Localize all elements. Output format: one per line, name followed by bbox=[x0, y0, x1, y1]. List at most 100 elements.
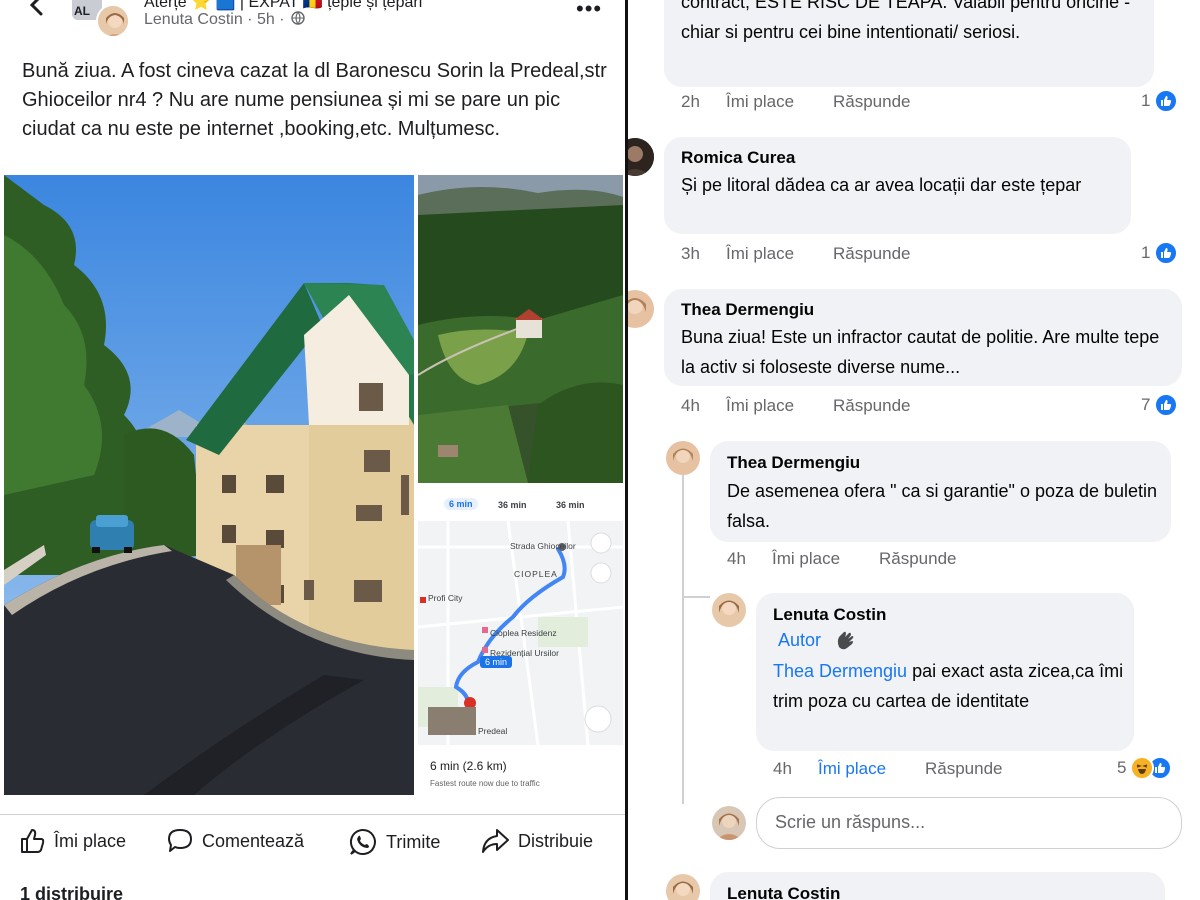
thumbs-up-icon bbox=[21, 829, 45, 853]
reaction-count: 7 bbox=[1141, 395, 1151, 414]
comment-bubble: contract, ESTE RISC DE TEAPA. Valabil pe… bbox=[664, 0, 1154, 87]
comment-icon bbox=[168, 829, 192, 852]
send-button-label: Trimite bbox=[386, 831, 441, 852]
comment-reactions[interactable]: 1 bbox=[1141, 241, 1179, 265]
comment-time[interactable]: 2h bbox=[681, 92, 700, 112]
comment-reply-button[interactable]: Răspunde bbox=[833, 92, 911, 112]
author-line: Lenuta Costin · 5h · bbox=[144, 11, 305, 29]
comment-text: Buna ziua! Este un infractor cautat de p… bbox=[681, 327, 1160, 377]
reply-bubble: Lenuta Costin Autor Thea Dermengiu pai e… bbox=[756, 593, 1134, 751]
like-reaction-icon bbox=[1154, 241, 1179, 265]
commenter-avatar[interactable] bbox=[666, 874, 700, 900]
thread-line bbox=[682, 596, 710, 598]
reaction-count: 1 bbox=[1141, 243, 1151, 262]
comment-time[interactable]: 4h bbox=[773, 759, 792, 779]
top-fan-badge-icon bbox=[837, 631, 854, 650]
map-route-note: Fastest route now due to traffic bbox=[430, 779, 540, 788]
house-photo-image bbox=[4, 175, 414, 795]
share-button-label: Distribuie bbox=[518, 830, 594, 851]
comment-bubble: Lenuta Costin bbox=[710, 872, 1165, 900]
author-avatar[interactable] bbox=[96, 4, 130, 38]
aerial-photo-image bbox=[418, 175, 623, 483]
comment-bubble: Thea Dermengiu Buna ziua! Este un infrac… bbox=[664, 289, 1182, 386]
comment-time[interactable]: 4h bbox=[727, 549, 746, 569]
globe-icon bbox=[291, 11, 305, 25]
post-photo-aerial[interactable] bbox=[418, 175, 623, 483]
comment-time[interactable]: 3h bbox=[681, 244, 700, 264]
reaction-count: 5 bbox=[1117, 758, 1127, 777]
comment-like-button[interactable]: Îmi place bbox=[726, 244, 794, 264]
comment-text: Thea Dermengiu pai exact asta zicea,ca î… bbox=[773, 657, 1128, 716]
commenter-avatar[interactable] bbox=[666, 441, 700, 475]
more-options-icon[interactable]: ••• bbox=[576, 0, 602, 22]
commenter-avatar[interactable] bbox=[628, 290, 654, 328]
map-image bbox=[418, 487, 623, 745]
map-label-poi4: Predeal bbox=[478, 726, 508, 736]
thread-line bbox=[682, 474, 684, 804]
comment-like-button[interactable]: Îmi place bbox=[818, 759, 886, 779]
post-text: Bună ziua. A fost cineva cazat la dl Bar… bbox=[22, 60, 607, 140]
comment-reply-button[interactable]: Răspunde bbox=[833, 396, 911, 416]
current-user-avatar bbox=[712, 806, 746, 840]
comment-reactions[interactable]: 7 bbox=[1141, 393, 1179, 417]
map-route-chip-car[interactable]: 6 min bbox=[444, 498, 478, 510]
share-icon bbox=[482, 829, 509, 853]
reply-input[interactable]: Scrie un răspuns... bbox=[756, 797, 1182, 849]
author-line-text[interactable]: Lenuta Costin · 5h · bbox=[144, 11, 285, 28]
map-info-panel: 6 min (2.6 km) Fastest route now due to … bbox=[418, 745, 623, 795]
post-panel: AL Aterțe ⭐ 🟦 | EXPAT 🇷🇴 țeple și țepari… bbox=[0, 0, 625, 900]
comment-time[interactable]: 4h bbox=[681, 396, 700, 416]
like-reaction-icon bbox=[1154, 393, 1179, 417]
commenter-name[interactable]: Thea Dermengiu bbox=[727, 453, 860, 473]
comment-like-button[interactable]: Îmi place bbox=[726, 92, 794, 112]
author-badge-row: Autor bbox=[778, 627, 859, 653]
share-button[interactable]: Distribuie bbox=[480, 827, 593, 855]
author-avatar[interactable] bbox=[712, 593, 746, 627]
like-reaction-icon bbox=[1154, 89, 1179, 113]
comment-text: Și pe litoral dădea ca ar avea locații d… bbox=[681, 175, 1082, 195]
comment-button-label: Comentează bbox=[202, 830, 305, 851]
shares-count[interactable]: 1 distribuire bbox=[20, 884, 123, 900]
reply-input-placeholder: Scrie un răspuns... bbox=[775, 812, 926, 832]
comment-reply-button[interactable]: Răspunde bbox=[925, 759, 1003, 779]
comment-reactions[interactable]: 5 bbox=[1117, 756, 1173, 780]
commenter-name[interactable]: Romica Curea bbox=[681, 148, 795, 168]
reply-bubble: Thea Dermengiu De asemenea ofera " ca si… bbox=[710, 441, 1171, 542]
map-label-poi2: Cioplea Residenz bbox=[490, 628, 557, 638]
post-photo-house[interactable] bbox=[4, 175, 414, 795]
comment-text: contract, ESTE RISC DE TEAPA. Valabil pe… bbox=[681, 0, 1131, 42]
map-route-chip-transit[interactable]: 36 min bbox=[498, 500, 527, 510]
comment-button[interactable]: Comentează bbox=[166, 827, 304, 855]
commenter-name[interactable]: Lenuta Costin bbox=[727, 884, 840, 900]
group-avatar-text: AL bbox=[74, 4, 90, 18]
post-header: AL Aterțe ⭐ 🟦 | EXPAT 🇷🇴 țeple și țepari… bbox=[0, 0, 625, 40]
map-label-street: Strada Ghioceilor bbox=[510, 541, 576, 551]
whatsapp-send-button[interactable]: Trimite bbox=[348, 827, 440, 857]
map-label-poi1: Profi City bbox=[428, 593, 463, 603]
post-action-bar: Îmi place Comentează Trimite Distribuie bbox=[0, 814, 625, 866]
comment-reactions[interactable]: 1 bbox=[1141, 89, 1179, 113]
comment-reply-button[interactable]: Răspunde bbox=[833, 244, 911, 264]
author-badge: Autor bbox=[778, 629, 822, 650]
back-arrow-icon[interactable] bbox=[26, 0, 48, 16]
commenter-name[interactable]: Lenuta Costin bbox=[773, 605, 886, 625]
post-photo-map[interactable]: 6 min 36 min 36 min Strada Ghioceilor CI… bbox=[418, 487, 623, 795]
reaction-count: 1 bbox=[1141, 91, 1151, 110]
whatsapp-icon bbox=[349, 828, 376, 855]
comments-panel: contract, ESTE RISC DE TEAPA. Valabil pe… bbox=[628, 0, 1200, 900]
comment-reply-button[interactable]: Răspunde bbox=[879, 549, 957, 569]
map-eta-badge: 6 min bbox=[480, 656, 513, 668]
comment-bubble: Romica Curea Și pe litoral dădea ca ar a… bbox=[664, 137, 1131, 234]
comment-like-button[interactable]: Îmi place bbox=[726, 396, 794, 416]
like-button-label: Îmi place bbox=[54, 830, 127, 851]
comment-like-button[interactable]: Îmi place bbox=[772, 549, 840, 569]
commenter-avatar[interactable] bbox=[628, 138, 654, 176]
mention-link[interactable]: Thea Dermengiu bbox=[773, 661, 907, 681]
map-route-chip-walk[interactable]: 36 min bbox=[556, 500, 585, 510]
author-avatar-image bbox=[98, 6, 128, 36]
map-route-time: 6 min (2.6 km) bbox=[430, 759, 507, 773]
comment-text: De asemenea ofera " ca si garantie" o po… bbox=[727, 481, 1158, 531]
commenter-name[interactable]: Thea Dermengiu bbox=[681, 300, 814, 320]
like-button[interactable]: Îmi place bbox=[18, 827, 126, 855]
map-label-area: CIOPLEA bbox=[514, 569, 558, 579]
